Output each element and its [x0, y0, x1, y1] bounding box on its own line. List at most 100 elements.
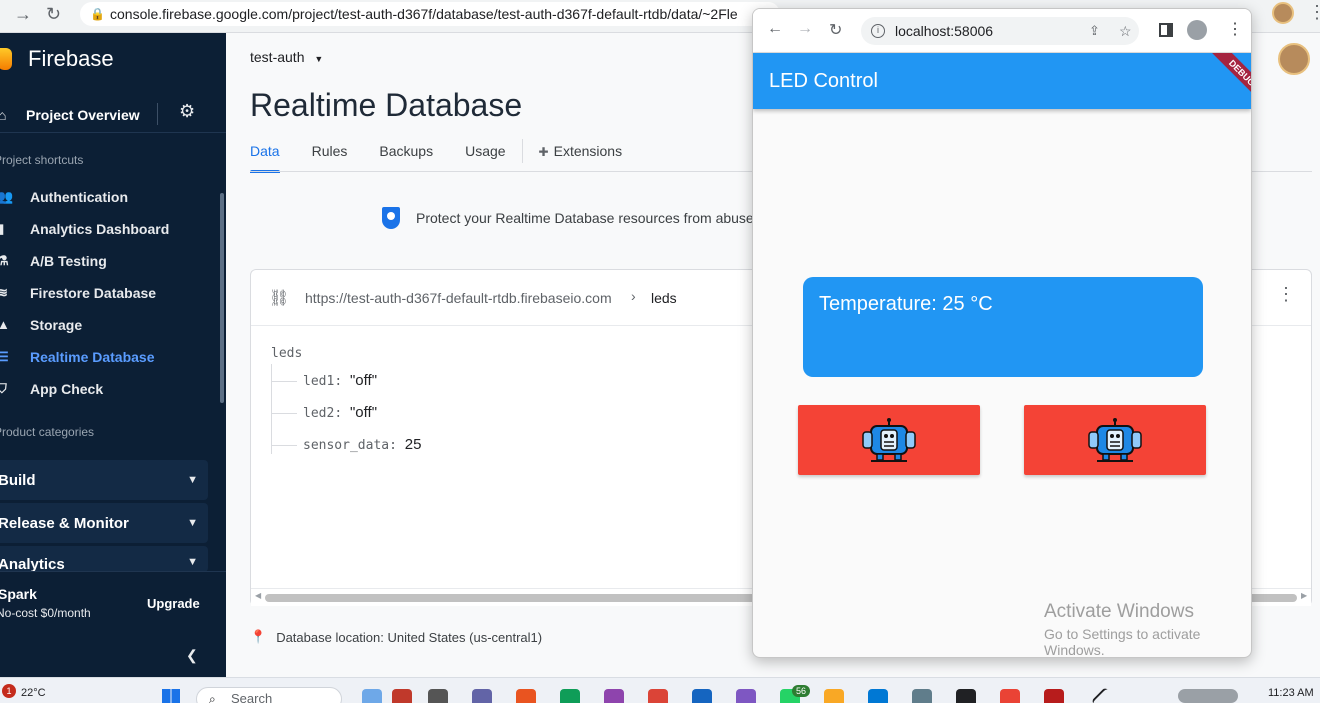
activate-windows-watermark: Activate Windows Go to Settings to activ… [1044, 601, 1251, 657]
teams-icon[interactable] [472, 689, 492, 703]
ubuntu-icon[interactable] [516, 689, 536, 703]
data-tree: leds led1: "off" led2: "off" sensor_data… [271, 346, 421, 454]
widgets-icon[interactable] [362, 689, 382, 703]
tray-chevron-icon[interactable] [1090, 686, 1116, 703]
led1-button[interactable] [798, 405, 980, 475]
sidebar-item-ab-testing[interactable]: ⚗ A/B Testing [0, 246, 220, 276]
taskbar-clock[interactable]: 11:23 AM [1268, 687, 1314, 699]
forward-icon[interactable]: → [797, 20, 813, 38]
tree-value[interactable]: "off" [350, 404, 377, 421]
temperature-text: Temperature: 25 °C [819, 293, 993, 315]
app-address-bar[interactable]: i localhost:58006 ⇪ ☆ [861, 17, 1139, 45]
tab-backups[interactable]: Backups [379, 143, 433, 173]
sidebar-item-label: Storage [30, 317, 83, 333]
tab-data[interactable]: Data [250, 143, 280, 173]
tree-row-led1[interactable]: led1: "off" [271, 372, 377, 392]
tab-rules[interactable]: Rules [312, 143, 348, 173]
browser-menu-icon[interactable]: ⋮ [1227, 19, 1243, 39]
sidebar-item-storage[interactable]: ▲ Storage [0, 310, 220, 340]
task-view-icon[interactable] [428, 689, 448, 703]
file-explorer-icon[interactable] [824, 689, 844, 703]
link-icon[interactable]: ⛓ [269, 288, 289, 308]
sidebar-item-app-check[interactable]: ⛉ App Check [0, 374, 220, 404]
project-overview[interactable]: ⌂ Project Overview ⚙ [0, 97, 226, 133]
notification-badge[interactable]: 1 [2, 684, 16, 698]
tab-bar: Data Rules Backups Usage ✚ Extensions [250, 139, 654, 173]
account-avatar[interactable] [1278, 43, 1310, 75]
gear-icon[interactable]: ⚙ [179, 101, 195, 122]
side-panel-icon[interactable] [1159, 23, 1173, 37]
sidebar-item-authentication[interactable]: 👥 Authentication [0, 182, 220, 212]
reload-icon[interactable]: ↻ [46, 4, 61, 25]
database-url[interactable]: https://test-auth-d367f-default-rtdb.fir… [305, 290, 612, 306]
background-address-bar[interactable]: 🔒 console.firebase.google.com/project/te… [80, 2, 780, 26]
sidebar-item-analytics-dashboard[interactable]: ▮ Analytics Dashboard [0, 214, 220, 244]
category-analytics[interactable]: Analytics ▼ [0, 546, 208, 573]
shield-icon [382, 207, 400, 229]
robot-icon [1088, 418, 1142, 462]
app-icon[interactable] [392, 689, 412, 703]
vscode-icon[interactable] [868, 689, 888, 703]
store-icon[interactable] [692, 689, 712, 703]
tree-value[interactable]: 25 [405, 436, 422, 453]
watermark-line1: Activate Windows [1044, 601, 1194, 622]
banner-text: Protect your Realtime Database resources… [416, 210, 754, 226]
project-selector[interactable]: test-auth ▼ [250, 49, 323, 65]
browser-menu-icon[interactable]: ⋮ [1308, 2, 1320, 23]
tab-usage[interactable]: Usage [465, 143, 505, 173]
tree-root-key[interactable]: leds [271, 346, 302, 361]
tab-extensions[interactable]: ✚ Extensions [539, 143, 623, 173]
tree-row-sensor-data[interactable]: sensor_data: 25 [271, 436, 421, 456]
settings-icon[interactable] [912, 689, 932, 703]
edge-icon[interactable] [560, 689, 580, 703]
users-icon: 👥 [0, 189, 14, 204]
chrome-profile-icon[interactable] [648, 689, 668, 703]
led2-button[interactable] [1024, 405, 1206, 475]
weather-widget[interactable]: 22°C [21, 687, 46, 699]
category-release-monitor[interactable]: Release & Monitor ▼ [0, 503, 208, 543]
forward-icon[interactable]: → [14, 4, 32, 25]
terminal-icon[interactable] [956, 689, 976, 703]
system-tray-icons[interactable] [1178, 689, 1238, 703]
home-icon: ⌂ [0, 106, 7, 123]
record-icon[interactable] [1044, 689, 1064, 703]
scroll-right-icon[interactable]: ▶ [1301, 591, 1307, 600]
visual-studio-icon[interactable] [736, 689, 756, 703]
back-icon[interactable]: ← [767, 20, 783, 38]
firebase-brand[interactable]: Firebase [0, 43, 114, 75]
image-icon: ▲ [0, 317, 10, 332]
whatsapp-unread-count: 56 [792, 685, 810, 697]
tab-extensions-label: Extensions [553, 143, 623, 159]
breadcrumb[interactable]: leds [651, 290, 677, 306]
reload-icon[interactable]: ↻ [829, 20, 842, 40]
plan-name: Spark [0, 586, 37, 602]
app-icon[interactable] [604, 689, 624, 703]
windows-taskbar: 1 22°C ⌕ Search 56 11:23 AM [0, 677, 1320, 703]
sidebar-item-label: Authentication [30, 189, 128, 205]
taskbar-search[interactable]: ⌕ Search [196, 687, 342, 703]
search-icon: ⌕ [209, 692, 216, 703]
scroll-left-icon[interactable]: ◀ [255, 591, 261, 600]
share-icon[interactable]: ⇪ [1089, 17, 1100, 45]
flask-icon: ⚗ [0, 253, 9, 268]
sidebar-scrollbar[interactable] [220, 193, 224, 403]
star-icon[interactable]: ☆ [1119, 17, 1132, 45]
chrome-icon[interactable] [1000, 689, 1020, 703]
sidebar-item-label: A/B Testing [30, 253, 107, 269]
tree-value[interactable]: "off" [350, 372, 377, 389]
sidebar-item-firestore-database[interactable]: ≋ Firestore Database [0, 278, 220, 308]
info-icon[interactable]: i [871, 24, 885, 38]
category-build[interactable]: Build ▼ [0, 460, 208, 500]
profile-icon[interactable] [1187, 20, 1207, 40]
tree-row-led2[interactable]: led2: "off" [271, 404, 377, 424]
bar-chart-icon: ▮ [0, 221, 5, 236]
start-icon[interactable] [162, 689, 180, 703]
profile-avatar[interactable] [1272, 2, 1294, 24]
sidebar-item-label: Realtime Database [30, 349, 155, 365]
sidebar-item-realtime-database[interactable]: ☰ Realtime Database [0, 342, 220, 372]
page-title: Realtime Database [250, 87, 523, 123]
app-browser-toolbar: ← → ↻ i localhost:58006 ⇪ ☆ ⋮ [753, 9, 1251, 53]
more-options-icon[interactable]: ⋮ [1277, 284, 1295, 305]
upgrade-button[interactable]: Upgrade [147, 596, 200, 611]
collapse-sidebar-icon[interactable]: ❮ [186, 647, 198, 664]
